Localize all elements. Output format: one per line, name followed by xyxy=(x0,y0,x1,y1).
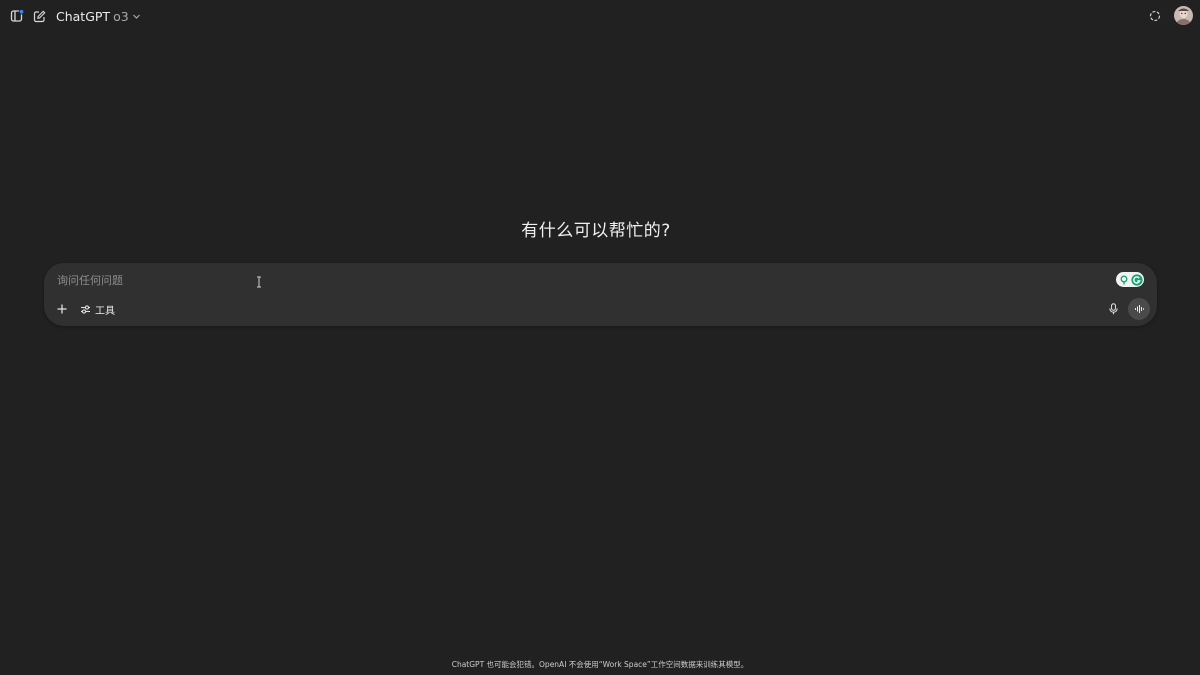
top-bar: ChatGPT o3 xyxy=(0,0,1200,34)
tools-button[interactable]: 工具 xyxy=(76,299,119,319)
voice-mode-button[interactable] xyxy=(1128,298,1150,320)
greeting-heading: 有什么可以帮忙的? xyxy=(521,221,671,241)
grammarly-extension-button[interactable] xyxy=(1116,272,1144,287)
temporary-chat-icon xyxy=(1149,10,1161,22)
chevron-down-icon xyxy=(132,14,140,19)
prompt-composer: 工具 xyxy=(44,263,1157,326)
new-chat-button[interactable] xyxy=(29,6,49,26)
add-attachment-button[interactable] xyxy=(52,299,72,319)
model-selector[interactable]: ChatGPT o3 xyxy=(56,7,141,25)
dictate-button[interactable] xyxy=(1103,299,1123,319)
temporary-chat-button[interactable] xyxy=(1145,6,1165,26)
new-chat-icon xyxy=(33,10,45,22)
model-name: ChatGPT xyxy=(56,8,111,24)
sidebar-toggle-icon xyxy=(10,9,24,22)
voice-waveform-icon xyxy=(1134,305,1144,313)
user-avatar[interactable] xyxy=(1174,6,1193,25)
grammarly-extension-icon xyxy=(1131,273,1143,286)
sliders-icon xyxy=(81,304,90,314)
sidebar-toggle-button[interactable] xyxy=(7,6,27,26)
i-beam-cursor-icon xyxy=(256,276,262,288)
footer-disclaimer: ChatGPT 也可能会犯错。OpenAI 不会使用“Work Space”工作… xyxy=(451,660,749,669)
mic-icon xyxy=(1108,303,1118,315)
prompt-input[interactable] xyxy=(55,270,1095,290)
model-version: o3 xyxy=(113,8,129,24)
lightbulb-icon xyxy=(1120,275,1128,284)
plus-icon xyxy=(57,304,67,314)
tools-label: 工具 xyxy=(95,305,115,317)
avatar-image xyxy=(1174,6,1193,25)
